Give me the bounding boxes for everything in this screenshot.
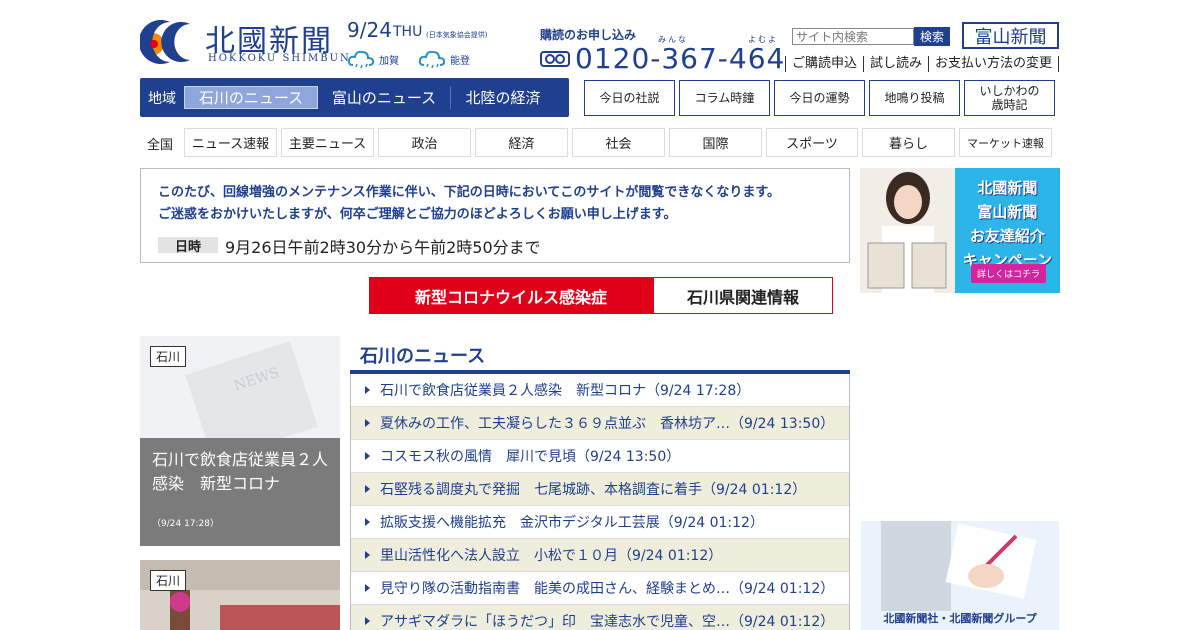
hand-writing-illustration xyxy=(881,521,1037,611)
triangle-right-icon xyxy=(365,386,370,394)
feature-tag: 石川 xyxy=(150,570,187,591)
news-item[interactable]: アサギマダラに「ほうだつ」印 宝達志水で児童、空…（9/24 01:12） xyxy=(351,605,849,630)
notice-datetime-label: 日時 xyxy=(158,237,218,255)
campaign-line-1: 北國新聞 xyxy=(977,179,1038,197)
covid-banner-title[interactable]: 新型コロナウイルス感染症 xyxy=(369,277,653,314)
ishikawa-news-list: 石川で飲食店従業員２人感染 新型コロナ（9/24 17:28） 夏休みの工作、工… xyxy=(350,374,850,630)
friend-referral-campaign-ad[interactable]: 北國新聞 富山新聞 お友達紹介 キャンペーン 詳しくはコチラ xyxy=(860,168,1060,293)
subscribe-title: 購読のお申し込み xyxy=(540,28,637,42)
cat-market-news[interactable]: マーケット速報 xyxy=(959,128,1052,157)
news-item-title: 石川で飲食店従業員２人感染 新型コロナ（9/24 17:28） xyxy=(380,383,751,399)
triangle-right-icon xyxy=(365,551,370,559)
reader-post-button[interactable]: 地鳴り投稿 xyxy=(869,80,960,116)
weather-area-label: 加賀 xyxy=(379,55,399,67)
cat-life[interactable]: 暮らし xyxy=(862,128,955,157)
campaign-text: 北國新聞 富山新聞 お友達紹介 キャンペーン xyxy=(963,176,1052,272)
news-item-title: 見守り隊の活動指南書 能美の成田さん、経験まとめ…（9/24 01:12） xyxy=(380,581,835,597)
tab-ishikawa-news[interactable]: 石川のニュース xyxy=(184,86,318,109)
column-jisho-button[interactable]: コラム時鐘 xyxy=(679,80,770,116)
current-day: THU xyxy=(393,24,423,40)
site-search-input[interactable] xyxy=(792,28,914,45)
news-item-title: 拡販支援へ機能拡充 金沢市デジタル工芸展（9/24 01:12） xyxy=(380,515,764,531)
news-item[interactable]: 石堅残る調度丸で発掘 七尾城跡、本格調査に着手（9/24 01:12） xyxy=(351,473,849,506)
tab-hokuriku-economy[interactable]: 北陸の経済 xyxy=(451,86,555,109)
region-label: 地域 xyxy=(148,90,176,107)
triangle-right-icon xyxy=(365,452,370,460)
ishikawa-news-heading: 石川のニュース xyxy=(360,346,486,367)
news-item[interactable]: 里山活性化へ法人設立 小松で１０月（9/24 01:12） xyxy=(351,539,849,572)
group-ad-text: 北國新聞社・北國新聞グループ xyxy=(883,612,1037,625)
tab-toyama-news[interactable]: 富山のニュース xyxy=(318,86,451,109)
search-button[interactable]: 検索 xyxy=(914,27,950,46)
cloud-icon xyxy=(347,50,375,69)
campaign-cta-button[interactable]: 詳しくはコチラ xyxy=(970,264,1046,283)
news-item-title: 石堅残る調度丸で発掘 七尾城跡、本格調査に着手（9/24 01:12） xyxy=(380,482,807,498)
cat-sports[interactable]: スポーツ xyxy=(766,128,858,157)
page: 北國新聞 HOKKOKU SHIMBUN 9/24 THU (日本気象協会提供)… xyxy=(0,0,1200,630)
news-item[interactable]: 拡販支援へ機能拡充 金沢市デジタル工芸展（9/24 01:12） xyxy=(351,506,849,539)
header-links: ご購読申込 試し読み お支払い方法の変更 xyxy=(785,56,1060,72)
feature-tag: 石川 xyxy=(150,346,187,367)
notice-line-2: ご迷惑をおかけいたしますが、何卒ご理解とご協力のほどよろしくお願い申し上げます。 xyxy=(158,207,677,222)
link-payment-change[interactable]: お支払い方法の変更 xyxy=(928,56,1060,72)
covid-banner-ishikawa[interactable]: 石川県関連情報 xyxy=(653,277,833,314)
news-item-title: コスモス秋の風情 犀川で見頃（9/24 13:50） xyxy=(380,449,681,465)
notice-datetime-value: 9月26日午前2時30分から午前2時50分まで xyxy=(225,238,541,257)
triangle-right-icon xyxy=(365,518,370,526)
cat-international[interactable]: 国際 xyxy=(669,128,762,157)
weather-source[interactable]: (日本気象協会提供) xyxy=(426,30,487,40)
region-nav: 地域 石川のニュース 富山のニュース 北陸の経済 xyxy=(140,78,569,117)
ishikawa-calendar-button[interactable]: いしかわの 歳時記 xyxy=(964,80,1055,116)
weather-area-label: 能登 xyxy=(450,55,470,67)
subscribe-phone-number[interactable]: 0120-367-464 xyxy=(575,42,785,75)
toyama-shimbun-button[interactable]: 富山新聞 xyxy=(962,22,1059,49)
cat-politics[interactable]: 政治 xyxy=(378,128,471,157)
news-item[interactable]: 石川で飲食店従業員２人感染 新型コロナ（9/24 17:28） xyxy=(351,374,849,407)
weather-noto[interactable]: 能登 xyxy=(418,48,470,70)
group-ad[interactable]: 北國新聞社・北國新聞グループ xyxy=(861,521,1059,630)
weather-kaga[interactable]: 加賀 xyxy=(347,48,399,70)
campaign-line-3: お友達紹介 xyxy=(969,227,1045,245)
link-subscribe[interactable]: ご購読申込 xyxy=(785,56,863,72)
feature-title: 石川で飲食店従業員２人感染 新型コロナ xyxy=(152,450,329,493)
triangle-right-icon xyxy=(365,584,370,592)
cat-economy[interactable]: 経済 xyxy=(475,128,568,157)
feature-date: （9/24 17:28） xyxy=(152,519,220,529)
triangle-right-icon xyxy=(365,617,370,625)
triangle-right-icon xyxy=(365,485,370,493)
cloud-icon xyxy=(418,50,446,69)
feature-caption: 石川で飲食店従業員２人感染 新型コロナ （9/24 17:28） xyxy=(140,438,340,546)
freedial-icon xyxy=(540,51,570,67)
cat-top-news[interactable]: 主要ニュース xyxy=(281,128,374,157)
news-item-title: アサギマダラに「ほうだつ」印 宝達志水で児童、空…（9/24 01:12） xyxy=(380,614,835,630)
cat-society[interactable]: 社会 xyxy=(572,128,665,157)
editorial-button[interactable]: 今日の社説 xyxy=(584,80,675,116)
hokkoku-logo-icon[interactable] xyxy=(140,16,198,64)
campaign-line-2: 富山新聞 xyxy=(977,203,1038,221)
link-trial[interactable]: 試し読み xyxy=(863,56,928,72)
news-item-title: 夏休みの工作、工夫凝らした３６９点並ぶ 香林坊ア…（9/24 13:50） xyxy=(380,416,835,432)
ad-person-image xyxy=(860,168,955,293)
current-date: 9/24 xyxy=(347,18,392,42)
feature-article-1[interactable]: NEWS 石川 石川で飲食店従業員２人感染 新型コロナ （9/24 17:28） xyxy=(140,336,340,546)
news-item-title: 里山活性化へ法人設立 小松で１０月（9/24 01:12） xyxy=(380,548,723,564)
news-item[interactable]: 見守り隊の活動指南書 能美の成田さん、経験まとめ…（9/24 01:12） xyxy=(351,572,849,605)
triangle-right-icon xyxy=(365,419,370,427)
person-illustration xyxy=(867,172,947,293)
notice-line-1: このたび、回線増強のメンテナンス作業に伴い、下記の日時においてこのサイトが閲覧で… xyxy=(158,185,781,200)
national-label: 全国 xyxy=(147,138,174,153)
news-item[interactable]: コスモス秋の風情 犀川で見頃（9/24 13:50） xyxy=(351,440,849,473)
cat-breaking-news[interactable]: ニュース速報 xyxy=(184,128,277,157)
horoscope-button[interactable]: 今日の運勢 xyxy=(774,80,865,116)
feature-article-2[interactable]: 石川 xyxy=(140,560,340,630)
logo-subtitle: HOKKOKU SHIMBUN xyxy=(208,53,351,64)
news-item[interactable]: 夏休みの工作、工夫凝らした３６９点並ぶ 香林坊ア…（9/24 13:50） xyxy=(351,407,849,440)
